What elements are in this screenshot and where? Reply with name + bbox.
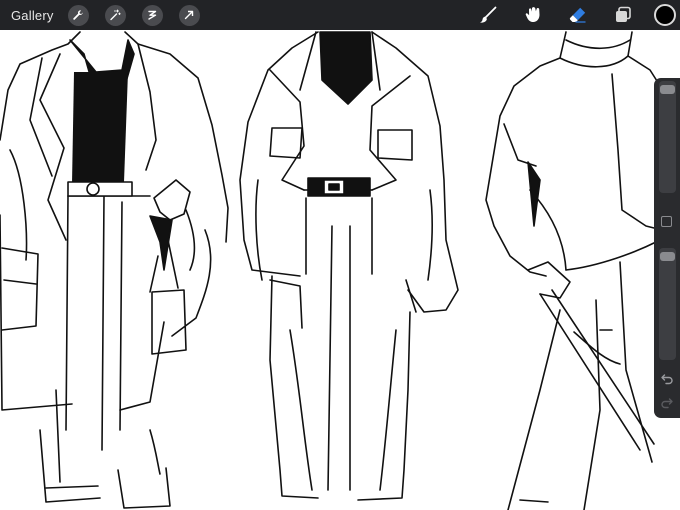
layers-icon xyxy=(616,6,631,22)
transform-arrow-icon xyxy=(184,10,194,20)
transform-button[interactable] xyxy=(178,4,200,26)
undo-icon xyxy=(661,374,673,385)
brush-size-thumb[interactable] xyxy=(660,84,675,94)
brush-icon xyxy=(480,6,497,23)
brush-button[interactable] xyxy=(477,4,499,26)
eraser-button[interactable] xyxy=(567,4,589,26)
top-toolbar: Gallery xyxy=(0,0,680,30)
opacity-slider[interactable] xyxy=(659,248,676,360)
right-tool-group xyxy=(454,0,680,30)
brush-size-slider[interactable] xyxy=(659,81,676,193)
actions-button[interactable] xyxy=(67,4,89,26)
magic-wand-icon xyxy=(110,9,121,21)
smudge-button[interactable] xyxy=(522,4,544,26)
eraser-icon xyxy=(569,7,586,23)
figure-right-sweater xyxy=(485,31,665,510)
color-swatch-button[interactable] xyxy=(654,4,676,26)
selection-button[interactable] xyxy=(141,4,163,26)
selection-icon xyxy=(148,10,157,20)
redo-icon xyxy=(661,398,673,409)
side-toolbar xyxy=(654,78,680,418)
gallery-button[interactable]: Gallery xyxy=(11,8,54,23)
fashion-sketch-artwork xyxy=(0,31,665,510)
modify-icon[interactable] xyxy=(661,216,672,227)
redo-button[interactable] xyxy=(660,396,674,410)
wrench-icon xyxy=(73,10,83,20)
undo-button[interactable] xyxy=(660,372,674,386)
adjustments-button[interactable] xyxy=(104,4,126,26)
drawing-canvas[interactable] xyxy=(0,30,680,510)
layers-button[interactable] xyxy=(612,4,634,26)
smudge-icon xyxy=(525,7,540,23)
opacity-thumb[interactable] xyxy=(660,251,675,261)
